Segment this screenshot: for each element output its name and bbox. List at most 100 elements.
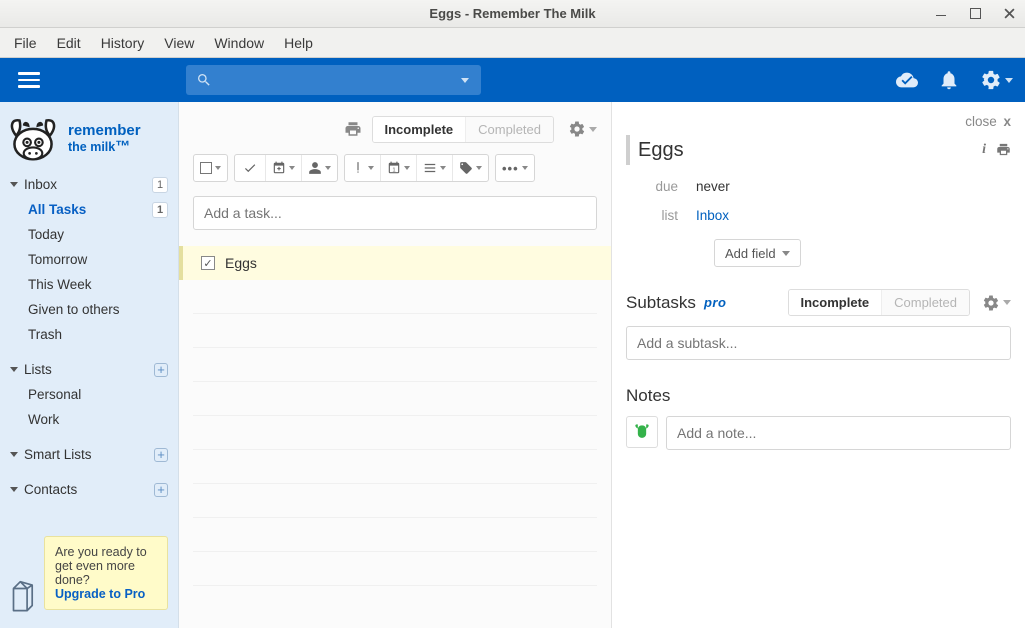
complete-button[interactable] (235, 155, 265, 181)
sidebar-item-today[interactable]: Today (0, 222, 178, 247)
empty-task-rows (193, 280, 597, 586)
close-label: close (965, 114, 997, 129)
search-icon (196, 72, 212, 88)
sidebar-item-tomorrow[interactable]: Tomorrow (0, 247, 178, 272)
settings-menu-button[interactable] (980, 69, 1013, 91)
cloud-sync-icon[interactable] (896, 69, 918, 91)
select-all-button[interactable] (194, 155, 227, 181)
add-list-button[interactable]: + (154, 363, 168, 377)
print-icon[interactable] (996, 142, 1011, 157)
postpone-button[interactable] (265, 155, 301, 181)
sidebar-item-label: Today (28, 227, 64, 242)
more-actions-button[interactable]: ••• (496, 155, 534, 181)
search-input[interactable] (186, 65, 481, 95)
hamburger-menu-button[interactable] (18, 66, 46, 94)
sidebar-item-this-week[interactable]: This Week (0, 272, 178, 297)
subtask-tab-incomplete[interactable]: Incomplete (789, 290, 882, 315)
subtask-settings-button[interactable] (982, 294, 1011, 312)
menu-edit[interactable]: Edit (47, 31, 91, 55)
sidebar-section-inbox[interactable]: Inbox 1 (0, 172, 178, 197)
window-close-button[interactable] (999, 4, 1019, 24)
cow-avatar-icon (632, 422, 652, 442)
menubar: File Edit History View Window Help (0, 28, 1025, 58)
due-value[interactable]: never (696, 179, 730, 194)
app-toolbar (0, 58, 1025, 102)
sidebar-section-label: Inbox (24, 177, 57, 192)
priority-button[interactable] (345, 155, 380, 181)
add-contact-button[interactable]: + (154, 483, 168, 497)
upgrade-text: Are you ready to get even more done? (55, 545, 147, 587)
sidebar-section-label: Lists (24, 362, 52, 377)
close-detail-button[interactable]: close x (965, 114, 1011, 129)
chevron-down-icon (589, 127, 597, 132)
logo-text-line2: the milk (68, 140, 115, 154)
sidebar-item-all-tasks[interactable]: All Tasks 1 (0, 197, 178, 222)
sidebar-section-contacts[interactable]: Contacts + (0, 477, 178, 502)
chevron-down-icon (1005, 78, 1013, 83)
window-maximize-button[interactable] (965, 4, 985, 24)
task-list-panel: Incomplete Completed (179, 102, 612, 628)
due-date-button[interactable]: 1 (380, 155, 416, 181)
add-task-input[interactable] (193, 196, 597, 230)
user-avatar (626, 416, 658, 448)
add-smart-list-button[interactable]: + (154, 448, 168, 462)
cow-logo-icon (6, 112, 60, 166)
list-settings-button[interactable] (568, 120, 597, 138)
add-subtask-input[interactable] (626, 326, 1011, 360)
all-tasks-count-badge: 1 (152, 202, 168, 218)
sidebar: remember the milk™ Inbox 1 All Tasks 1 T… (0, 102, 179, 628)
upgrade-to-pro-link[interactable]: Upgrade to Pro (55, 587, 145, 601)
add-subtask-field[interactable] (637, 335, 1000, 351)
sidebar-item-label: All Tasks (28, 202, 86, 217)
svg-text:1: 1 (392, 168, 395, 174)
menu-view[interactable]: View (154, 31, 204, 55)
task-checkbox[interactable] (201, 256, 215, 270)
gear-icon (980, 69, 1002, 91)
window-titlebar: Eggs - Remember The Milk (0, 0, 1025, 28)
menu-help[interactable]: Help (274, 31, 323, 55)
subtask-filter-tabset: Incomplete Completed (788, 289, 971, 316)
tab-completed[interactable]: Completed (465, 117, 553, 142)
info-icon[interactable]: i (982, 142, 986, 158)
print-icon[interactable] (344, 120, 362, 138)
sidebar-item-personal[interactable]: Personal (0, 382, 178, 407)
inbox-count-badge: 1 (152, 177, 168, 193)
sidebar-item-label: This Week (28, 277, 92, 292)
subtask-tab-completed[interactable]: Completed (881, 290, 969, 315)
sidebar-section-label: Contacts (24, 482, 77, 497)
add-field-button[interactable]: Add field (714, 239, 801, 267)
window-minimize-button[interactable] (931, 4, 951, 24)
app-logo: remember the milk™ (0, 102, 178, 170)
gear-icon (982, 294, 1000, 312)
chevron-down-icon (10, 452, 18, 457)
add-task-field[interactable] (204, 205, 586, 221)
task-row[interactable]: Eggs (179, 246, 611, 280)
menu-window[interactable]: Window (204, 31, 274, 55)
list-label: list (626, 208, 696, 223)
close-icon: x (1003, 114, 1011, 129)
add-field-label: Add field (725, 246, 776, 261)
tag-button[interactable] (452, 155, 488, 181)
add-note-input[interactable] (666, 416, 1011, 450)
window-title: Eggs - Remember The Milk (0, 6, 1025, 21)
sidebar-item-work[interactable]: Work (0, 407, 178, 432)
assign-button[interactable] (301, 155, 337, 181)
bell-icon[interactable] (938, 69, 960, 91)
tab-incomplete[interactable]: Incomplete (373, 117, 466, 142)
menu-file[interactable]: File (4, 31, 47, 55)
detail-task-title[interactable]: Eggs (638, 139, 982, 162)
list-value-link[interactable]: Inbox (696, 208, 729, 223)
chevron-down-icon (10, 487, 18, 492)
sidebar-item-label: Given to others (28, 302, 120, 317)
notes-heading: Notes (626, 386, 670, 406)
sidebar-item-given-to-others[interactable]: Given to others (0, 297, 178, 322)
list-move-button[interactable] (416, 155, 452, 181)
menu-history[interactable]: History (91, 31, 155, 55)
sidebar-item-trash[interactable]: Trash (0, 322, 178, 347)
sidebar-item-label: Personal (28, 387, 81, 402)
sidebar-item-label: Tomorrow (28, 252, 87, 267)
sidebar-section-lists[interactable]: Lists + (0, 357, 178, 382)
sidebar-section-smart-lists[interactable]: Smart Lists + (0, 442, 178, 467)
add-note-field[interactable] (677, 425, 1000, 441)
chevron-down-icon (1003, 300, 1011, 305)
